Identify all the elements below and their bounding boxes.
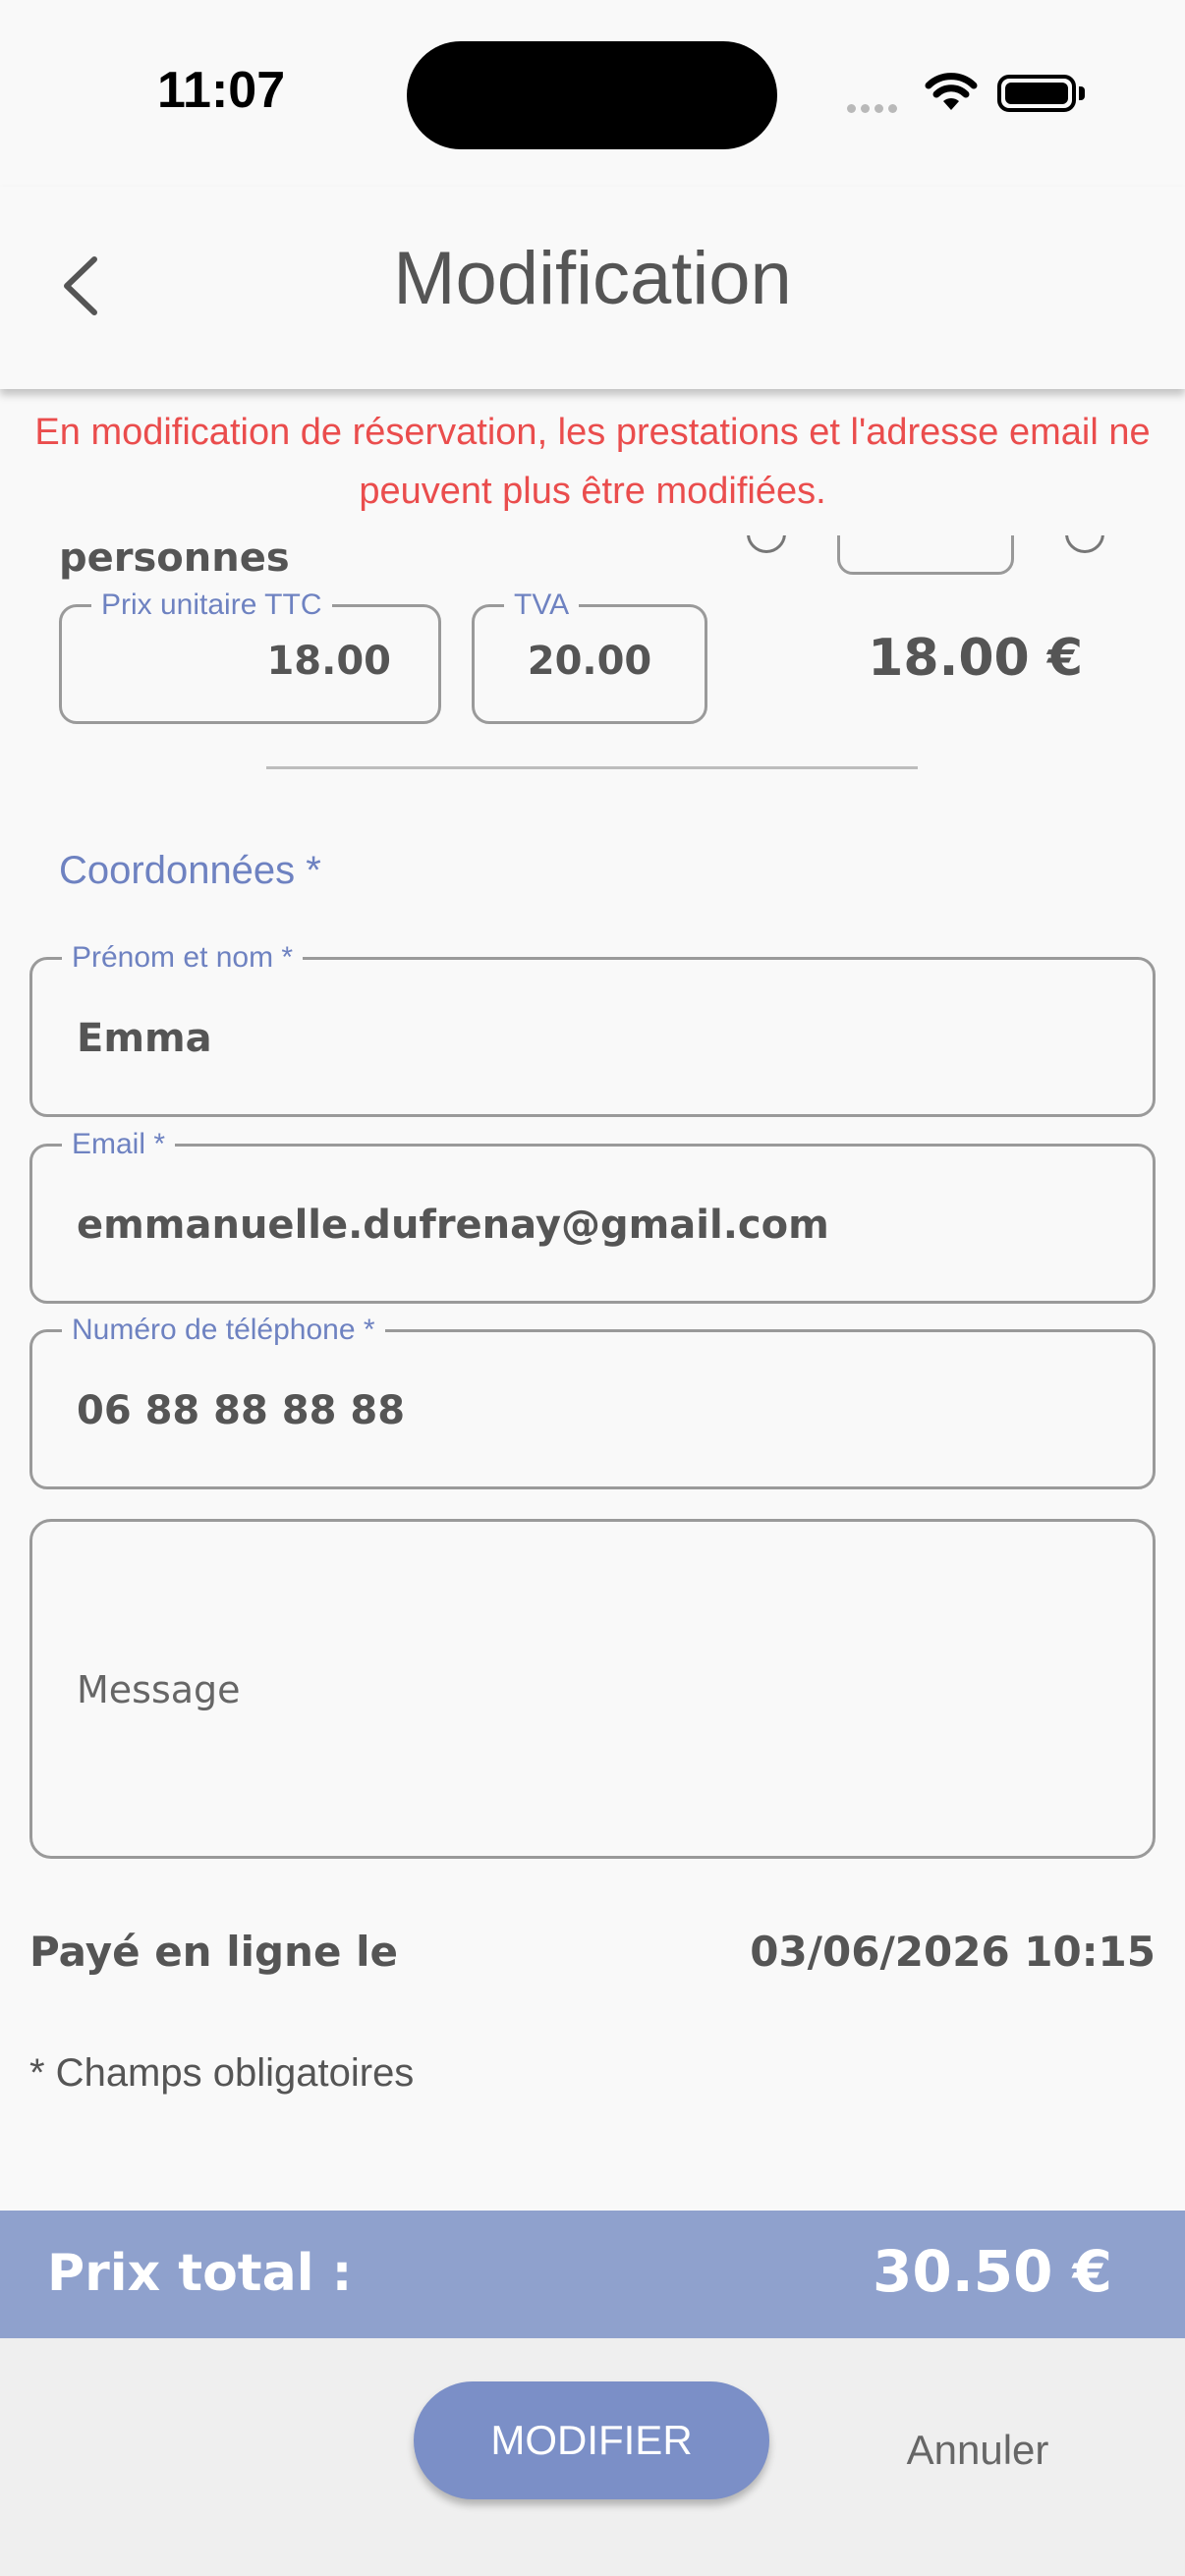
decrement-button[interactable] (747, 535, 786, 553)
service-label: personnes (59, 535, 290, 581)
quantity-field[interactable] (837, 535, 1014, 575)
cellular-signal-icon (847, 98, 902, 117)
line-total: 18.00 € (868, 629, 1083, 688)
wifi-icon (924, 71, 979, 118)
increment-button[interactable] (1065, 535, 1104, 553)
message-placeholder: Message (77, 1668, 241, 1711)
edit-warning-message: En modification de réservation, les pres… (34, 412, 1151, 512)
unit-price-label: Prix unitaire TTC (101, 588, 322, 621)
phone-input-value: 06 88 88 88 88 (77, 1388, 406, 1433)
battery-icon (997, 75, 1076, 112)
dynamic-island (407, 41, 777, 149)
payment-label: Payé en ligne le (29, 1928, 398, 1976)
battery-tip (1079, 86, 1085, 100)
status-time: 11:07 (157, 62, 286, 119)
contact-heading: Coordonnées * (59, 849, 321, 892)
total-value: 30.50 € (872, 2238, 1112, 2305)
name-label: Prénom et nom * (72, 941, 294, 974)
vat-label: TVA (514, 588, 570, 621)
email-label: Email * (72, 1128, 166, 1160)
phone-label: Numéro de téléphone * (72, 1314, 375, 1346)
unit-price-value: 18.00 (266, 639, 391, 684)
payment-date: 03/06/2026 10:15 (750, 1928, 1156, 1976)
cancel-button[interactable]: Annuler (865, 2427, 1091, 2474)
vat-value: 20.00 (527, 639, 652, 684)
required-fields-note: * Champs obligatoires (29, 2051, 415, 2095)
page-title: Modification (393, 237, 792, 320)
total-label: Prix total : (47, 2244, 353, 2303)
section-divider (266, 766, 918, 769)
modify-button[interactable]: MODIFIER (414, 2381, 769, 2499)
email-input-value: emmanuelle.dufrenay@gmail.com (77, 1203, 829, 1248)
name-input-value: Emma (77, 1016, 212, 1061)
